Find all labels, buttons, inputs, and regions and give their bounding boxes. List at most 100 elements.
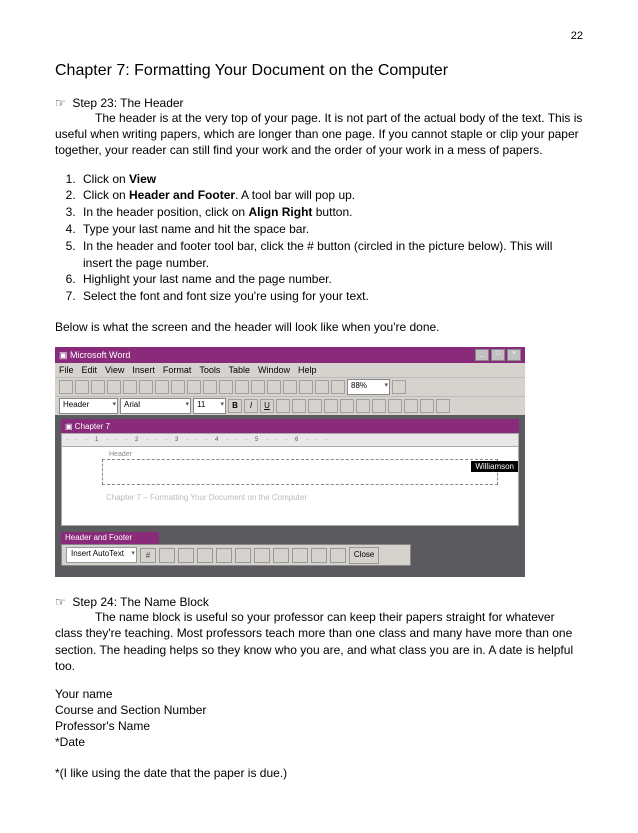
menu-table: Table (228, 365, 250, 375)
menu-file: File (59, 365, 74, 375)
list-item: In the header and footer tool bar, click… (79, 238, 583, 272)
insert-autotext-select: Insert AutoText (66, 547, 137, 563)
fontcolor-icon (436, 399, 450, 413)
page-setup-icon (235, 548, 251, 563)
map-icon (315, 380, 329, 394)
word-icon: ▣ (59, 350, 68, 361)
date-line: *Date (55, 734, 583, 750)
app-title: Microsoft Word (70, 350, 130, 360)
chapter-title: Chapter 7: Formatting Your Document on t… (55, 62, 583, 80)
maximize-icon: □ (491, 349, 505, 361)
course-line: Course and Section Number (55, 702, 583, 718)
menu-window: Window (258, 365, 290, 375)
word-screenshot: ▣ Microsoft Word _ □ × File Edit View In… (55, 347, 525, 577)
copy-icon (171, 380, 185, 394)
menu-format: Format (163, 365, 192, 375)
menu-help: Help (298, 365, 317, 375)
undo-icon (203, 380, 217, 394)
name-line: Your name (55, 686, 583, 702)
ghost-text: Chapter 7 – Formatting Your Document on … (106, 493, 307, 502)
header-lastname: Williamson (471, 461, 518, 472)
list-item: Type your last name and hit the space ba… (79, 221, 583, 238)
hf-toolbar: Insert AutoText # Close (61, 544, 411, 566)
print-icon (107, 380, 121, 394)
show-next-icon (330, 548, 346, 563)
bullet-icon: ☞ (55, 595, 69, 609)
underline-icon: U (260, 399, 274, 413)
menu-edit: Edit (82, 365, 98, 375)
formatting-toolbar: Header Arial 11 B I U (55, 396, 525, 415)
below-text: Below is what the screen and the header … (55, 319, 583, 335)
page-number-icon: # (140, 548, 156, 563)
hf-close-button: Close (349, 547, 379, 564)
italic-icon: I (244, 399, 258, 413)
redo-icon (219, 380, 233, 394)
drawing-icon (299, 380, 313, 394)
close-icon: × (507, 349, 521, 361)
menu-insert: Insert (132, 365, 155, 375)
doc-title: Chapter 7 (75, 422, 110, 431)
page-number: 22 (55, 30, 583, 42)
columns-icon (283, 380, 297, 394)
step-23-intro: The header is at the very top of your pa… (55, 110, 583, 159)
bullets-icon (356, 399, 370, 413)
menu-view: View (105, 365, 124, 375)
doc-icon: ▣ (65, 422, 73, 431)
name-block: Your name Course and Section Number Prof… (55, 686, 583, 751)
standard-toolbar: 88% (55, 377, 525, 396)
hf-toolbar-wrap: Header and Footer Insert AutoText # Clos… (61, 532, 519, 566)
time-icon (216, 548, 232, 563)
borders-icon (404, 399, 418, 413)
list-item: Click on Header and Footer. A tool bar w… (79, 187, 583, 204)
show-hide-icon (254, 548, 270, 563)
paste-icon (187, 380, 201, 394)
switch-hf-icon (292, 548, 308, 563)
same-as-prev-icon (273, 548, 289, 563)
step-23-list: Click on View Click on Header and Footer… (55, 171, 583, 305)
bullet-icon: ☞ (55, 96, 69, 110)
style-select: Header (59, 398, 118, 414)
hf-toolbar-title: Header and Footer (61, 532, 159, 544)
align-right-icon (308, 399, 322, 413)
menu-tools: Tools (199, 365, 220, 375)
format-pgnum-icon (178, 548, 194, 563)
help-icon (392, 380, 406, 394)
step-24-label: Step 24: The Name Block (72, 595, 209, 609)
menubar: File Edit View Insert Format Tools Table… (55, 363, 525, 377)
document-area: Header Williamson Chapter 7 – Formatting… (61, 447, 519, 526)
step-23-heading: ☞ Step 23: The Header (55, 96, 583, 110)
minimize-icon: _ (475, 349, 489, 361)
list-item: Click on View (79, 171, 583, 188)
list-item: Select the font and font size you're usi… (79, 288, 583, 305)
increase-indent-icon (388, 399, 402, 413)
para-icon (331, 380, 345, 394)
list-item: In the header position, click on Align R… (79, 204, 583, 221)
num-pages-icon (159, 548, 175, 563)
cut-icon (155, 380, 169, 394)
app-titlebar: ▣ Microsoft Word _ □ × (55, 347, 525, 363)
doc-titlebar: ▣ Chapter 7 (61, 419, 519, 433)
step-24-intro: The name block is useful so your profess… (55, 609, 583, 674)
show-prev-icon (311, 548, 327, 563)
excel-icon (267, 380, 281, 394)
align-left-icon (276, 399, 290, 413)
align-center-icon (292, 399, 306, 413)
justify-icon (324, 399, 338, 413)
zoom-select: 88% (347, 379, 390, 395)
spell-icon (139, 380, 153, 394)
header-label: Header (107, 451, 134, 458)
bold-icon: B (228, 399, 242, 413)
ruler: · · · 1 · · · 2 · · · 3 · · · 4 · · · 5 … (61, 433, 519, 447)
header-box: Header (102, 459, 498, 485)
table-icon (251, 380, 265, 394)
font-select: Arial (120, 398, 191, 414)
new-icon (59, 380, 73, 394)
link-icon (235, 380, 249, 394)
professor-line: Professor's Name (55, 718, 583, 734)
numbering-icon (340, 399, 354, 413)
size-select: 11 (193, 398, 226, 414)
date-icon (197, 548, 213, 563)
save-icon (91, 380, 105, 394)
preview-icon (123, 380, 137, 394)
step-23-label: Step 23: The Header (72, 96, 183, 110)
